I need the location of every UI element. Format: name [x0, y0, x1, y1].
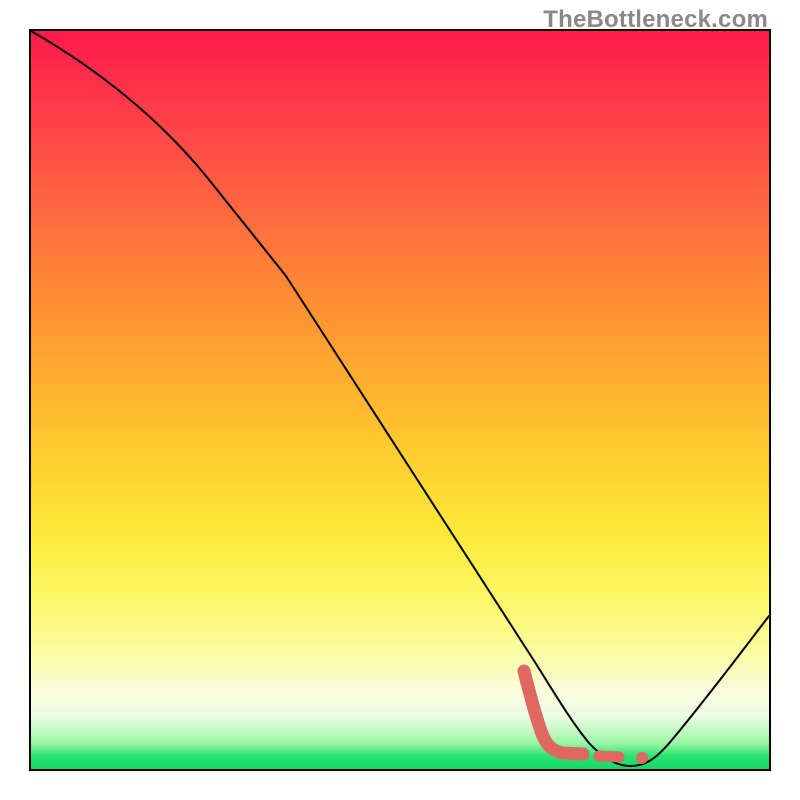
- plot-area: [29, 29, 771, 771]
- chart-frame: TheBottleneck.com: [0, 0, 800, 800]
- optimal-marker-dash: [599, 756, 619, 757]
- bottleneck-curve: [31, 31, 769, 766]
- chart-svg: [31, 31, 769, 769]
- optimal-marker-dot: [636, 752, 648, 764]
- optimal-marker-L: [524, 671, 583, 754]
